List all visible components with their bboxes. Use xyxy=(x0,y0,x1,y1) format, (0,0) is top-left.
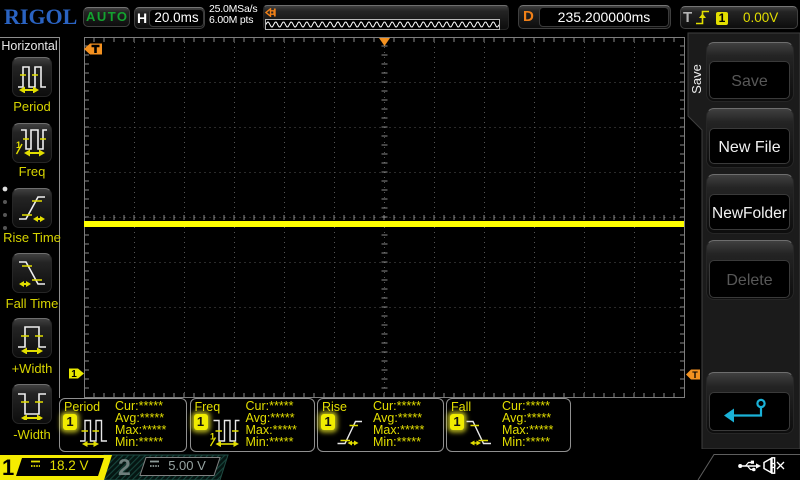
svg-text:1: 1 xyxy=(71,369,77,379)
